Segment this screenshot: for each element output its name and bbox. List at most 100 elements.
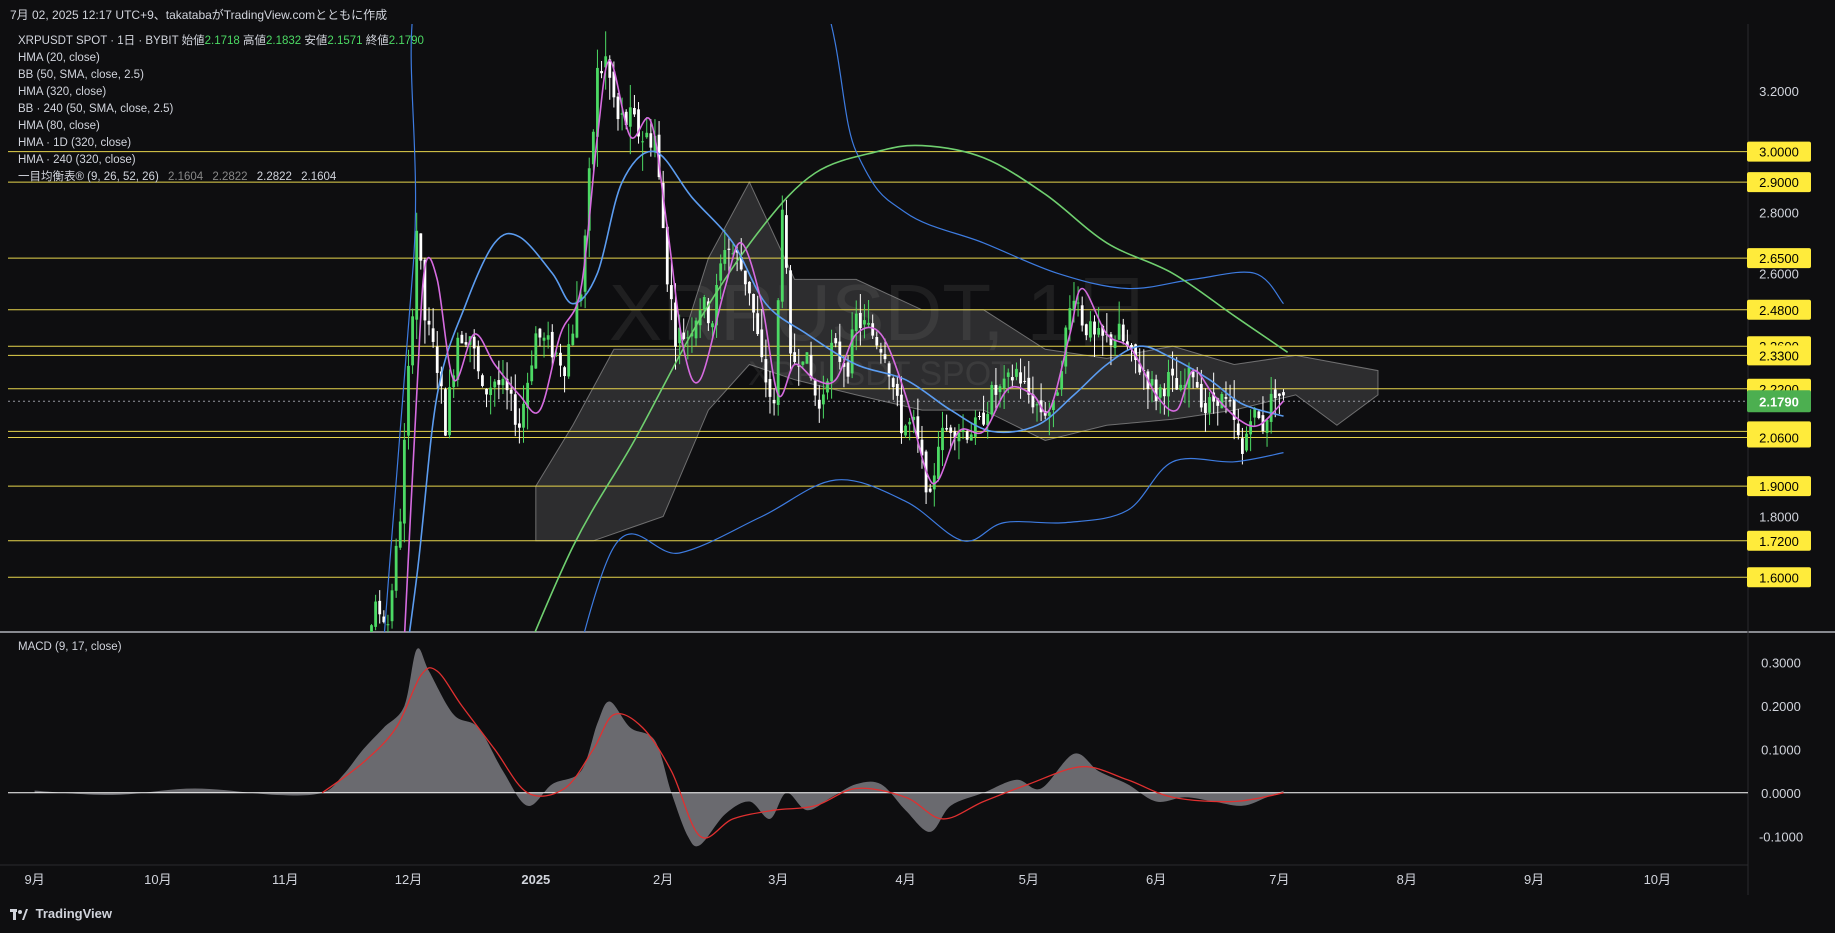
candle-body <box>522 403 525 428</box>
candle-body <box>337 791 340 820</box>
candle-body <box>727 248 731 250</box>
symbol-name[interactable]: XRPUSDT SPOT · 1日 · BYBIT <box>18 35 178 47</box>
candle-body <box>949 427 953 433</box>
candle <box>419 233 423 270</box>
time-tick-2: 11月 <box>272 872 299 887</box>
candle-body <box>633 108 636 115</box>
time-tick-5: 2月 <box>653 872 673 887</box>
tradingview-logo-icon <box>10 908 28 920</box>
candle-body <box>990 385 994 415</box>
time-tick-9: 6月 <box>1146 872 1166 887</box>
candle-body <box>534 333 538 369</box>
candle-body <box>513 394 517 425</box>
candle-body <box>702 297 706 310</box>
candle-body <box>1121 324 1125 342</box>
candle-body <box>333 820 336 850</box>
candle-body <box>1117 323 1121 340</box>
candle-body <box>1265 419 1269 433</box>
candle-body <box>1195 381 1199 388</box>
macd-legend[interactable]: MACD (9, 17, close) <box>18 641 122 653</box>
close-label: 終値 <box>365 35 389 47</box>
candle <box>464 332 468 348</box>
candle <box>571 324 575 346</box>
candle-body <box>407 365 410 436</box>
candle-body <box>616 96 620 120</box>
level-label-1.9000: 1.9000 <box>1759 479 1799 494</box>
candle-body <box>542 337 546 341</box>
price-tick-1.8000: 1.8000 <box>1759 509 1799 524</box>
candle-body <box>1006 372 1010 377</box>
indicator-hma-1d[interactable]: HMA · 1D (320, close) <box>18 135 424 152</box>
candle <box>493 378 497 407</box>
candle-body <box>1277 393 1281 396</box>
candle-body <box>1269 393 1273 422</box>
candle <box>427 307 431 336</box>
candle-body <box>427 320 431 325</box>
candle-body <box>550 331 554 358</box>
candle <box>973 410 977 445</box>
candle-body <box>752 293 755 313</box>
candle-body <box>1023 380 1027 382</box>
indicator-hma20[interactable]: HMA (20, close) <box>18 50 424 67</box>
candle-body <box>350 730 353 735</box>
candle <box>928 483 932 493</box>
candle-body <box>973 417 977 437</box>
candle-body <box>571 333 575 346</box>
candle <box>538 327 542 347</box>
candle-body <box>945 428 949 430</box>
ichimoku-cloud <box>535 180 1379 542</box>
candle <box>542 332 546 358</box>
candle <box>374 594 378 631</box>
candle-body <box>1249 421 1253 435</box>
candle <box>386 614 390 632</box>
candle-body <box>895 383 899 396</box>
candle-body <box>821 394 825 405</box>
candle-body <box>768 378 772 397</box>
candle <box>444 387 447 437</box>
candle-body <box>994 384 998 395</box>
candle <box>407 349 410 450</box>
candle-body <box>497 380 501 385</box>
price-tick-2.8000: 2.8000 <box>1759 205 1799 220</box>
high-label: 高値 <box>243 35 266 47</box>
indicator-hma80[interactable]: HMA (80, close) <box>18 118 424 135</box>
candle-body <box>904 425 907 436</box>
candle <box>641 131 645 171</box>
candle-body <box>509 389 513 394</box>
candle-body <box>1150 379 1154 386</box>
tradingview-logo[interactable]: TradingView <box>10 906 112 921</box>
candle-body <box>1089 321 1092 338</box>
ichimoku-label: 一目均衡表® (9, 26, 52, 26) <box>18 171 159 183</box>
candle-body <box>402 439 406 524</box>
candle-body <box>871 323 875 336</box>
candle-body <box>854 313 858 332</box>
candle-body <box>366 641 369 670</box>
candle <box>362 664 365 718</box>
candle-body <box>1080 305 1084 326</box>
candle-body <box>674 302 677 347</box>
candle-body <box>1162 388 1166 397</box>
candle <box>329 850 332 853</box>
candle-body <box>559 352 562 366</box>
candle-body <box>1228 400 1232 402</box>
candle <box>978 411 981 420</box>
hma80-line[interactable] <box>388 150 1284 790</box>
candle <box>1245 426 1248 453</box>
candle-body <box>817 399 821 409</box>
candle-body <box>501 378 505 386</box>
symbol-ohlc-row: XRPUSDT SPOT · 1日 · BYBIT 始値2.1718 高値2.1… <box>18 33 424 50</box>
candle <box>945 414 949 432</box>
ichimoku-value-1: 2.1604 <box>167 171 204 183</box>
indicator-hma-240[interactable]: HMA · 240 (320, close) <box>18 152 424 169</box>
candle <box>509 376 513 411</box>
candle-body <box>628 107 632 127</box>
indicator-ichimoku[interactable]: 一目均衡表® (9, 26, 52, 26) 2.1604 2.2822 2.2… <box>18 169 424 186</box>
indicator-bb[interactable]: BB (50, SMA, close, 2.5) <box>18 67 424 84</box>
indicator-hma320[interactable]: HMA (320, close) <box>18 84 424 101</box>
candle-body <box>805 352 809 364</box>
candle-body <box>772 399 776 404</box>
close-value: 2.1790 <box>388 35 424 47</box>
indicator-bb-240[interactable]: BB · 240 (50, SMA, close, 2.5) <box>18 101 424 118</box>
price-tick-2.6000: 2.6000 <box>1759 266 1799 281</box>
candle <box>1236 408 1240 440</box>
